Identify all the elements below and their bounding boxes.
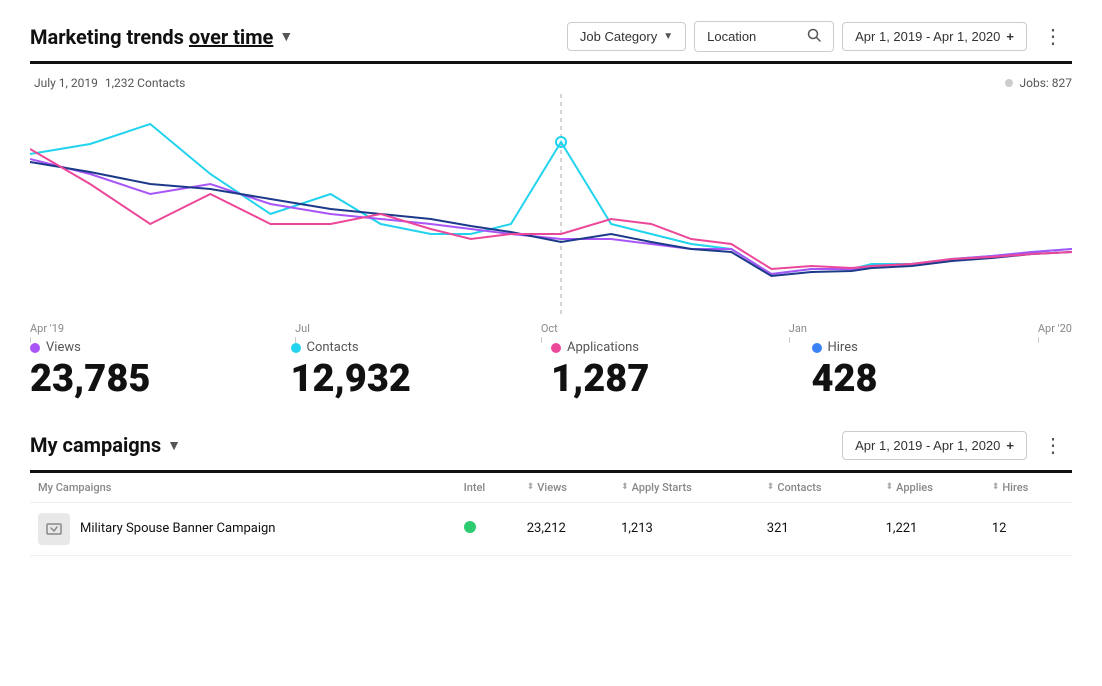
views-sort-icon: ⬍ xyxy=(527,482,535,492)
x-axis-apr19: Apr '19 xyxy=(30,322,64,343)
campaigns-date-plus-icon: + xyxy=(1006,438,1014,453)
table-row: Military Spouse Banner Campaign 23,212 1… xyxy=(30,502,1072,555)
metric-applications: Applications 1,287 xyxy=(551,340,812,401)
col-header-hires: ⬍ Hires xyxy=(984,473,1072,503)
applies-sort-icon: ⬍ xyxy=(886,482,894,492)
x-axis-jul: Jul xyxy=(295,322,310,343)
intel-status-dot xyxy=(464,521,476,533)
chart-date-label: July 1, 2019 1,232 Contacts xyxy=(30,76,185,90)
page-title-area: Marketing trends over time ▼ xyxy=(30,25,293,49)
title-emphasis: over time xyxy=(189,25,273,49)
x-axis-oct: Oct xyxy=(541,322,558,343)
campaigns-more-options-button[interactable]: ⋮ xyxy=(1035,429,1072,462)
campaigns-title: My campaigns xyxy=(30,433,161,457)
x-axis-apr20: Apr '20 xyxy=(1038,322,1072,343)
campaigns-title-text: My campaigns xyxy=(30,433,161,457)
applications-dot xyxy=(551,343,561,353)
hires-value: 428 xyxy=(812,359,1053,401)
job-category-chevron-icon: ▼ xyxy=(663,31,673,42)
col-header-applies: ⬍ Applies xyxy=(878,473,984,503)
col-header-views: ⬍ Views xyxy=(519,473,613,503)
job-category-label: Job Category xyxy=(580,29,657,44)
date-range-button[interactable]: Apr 1, 2019 - Apr 1, 2020 + xyxy=(842,22,1027,51)
x-axis-jan: Jan xyxy=(789,322,807,343)
col-header-contacts: ⬍ Contacts xyxy=(759,473,878,503)
metric-hires: Hires 428 xyxy=(812,340,1073,401)
col-header-apply-starts: ⬍ Apply Starts xyxy=(613,473,759,503)
campaigns-title-area: My campaigns ▼ xyxy=(30,433,181,457)
campaigns-header: My campaigns ▼ Apr 1, 2019 - Apr 1, 2020… xyxy=(30,429,1072,462)
campaign-apply-starts-cell: 1,213 xyxy=(613,502,759,555)
location-search[interactable]: Location xyxy=(694,21,834,52)
campaigns-dropdown-icon[interactable]: ▼ xyxy=(167,437,181,454)
campaign-contacts-cell: 321 xyxy=(759,502,878,555)
date-range-plus-icon: + xyxy=(1006,29,1014,44)
contacts-dot xyxy=(291,343,301,353)
chart-header: July 1, 2019 1,232 Contacts Jobs: 827 xyxy=(30,76,1072,90)
chart-date: July 1, 2019 xyxy=(34,76,98,90)
chart-contacts-count: 1,232 Contacts xyxy=(105,76,185,90)
jobs-dot-icon xyxy=(1005,79,1013,87)
hires-dot xyxy=(812,343,822,353)
views-value: 23,785 xyxy=(30,359,271,401)
jobs-legend: Jobs: 827 xyxy=(1005,76,1072,90)
views-dot xyxy=(30,343,40,353)
apply-starts-sort-icon: ⬍ xyxy=(621,482,629,492)
contacts-sort-icon: ⬍ xyxy=(767,482,775,492)
more-options-button[interactable]: ⋮ xyxy=(1035,20,1072,53)
campaign-views-cell: 23,212 xyxy=(519,502,613,555)
job-category-dropdown[interactable]: Job Category ▼ xyxy=(567,22,686,51)
contacts-value: 12,932 xyxy=(291,359,532,401)
search-icon xyxy=(807,28,821,45)
col-header-campaigns: My Campaigns xyxy=(30,473,456,503)
campaign-intel-cell xyxy=(456,502,519,555)
campaign-icon xyxy=(38,513,70,545)
jobs-label: Jobs: 827 xyxy=(1019,76,1072,90)
title-prefix: Marketing trends xyxy=(30,25,189,49)
page-title: Marketing trends over time xyxy=(30,25,273,49)
chart-area: Apr '19 Jul Oct Jan Apr '20 xyxy=(30,94,1072,324)
campaign-hires-cell: 12 xyxy=(984,502,1072,555)
metric-views: Views 23,785 xyxy=(30,340,291,401)
campaigns-section: My campaigns ▼ Apr 1, 2019 - Apr 1, 2020… xyxy=(30,429,1072,556)
location-label: Location xyxy=(707,29,756,44)
campaigns-controls: Apr 1, 2019 - Apr 1, 2020 + ⋮ xyxy=(842,429,1072,462)
applications-value: 1,287 xyxy=(551,359,792,401)
hires-sort-icon: ⬍ xyxy=(992,482,1000,492)
campaigns-date-range-button[interactable]: Apr 1, 2019 - Apr 1, 2020 + xyxy=(842,431,1027,460)
campaign-applies-cell: 1,221 xyxy=(878,502,984,555)
header-divider xyxy=(30,61,1072,64)
col-header-intel: Intel xyxy=(456,473,519,503)
campaigns-date-range-label: Apr 1, 2019 - Apr 1, 2020 xyxy=(855,438,1000,453)
metric-contacts: Contacts 12,932 xyxy=(291,340,552,401)
campaign-name-cell: Military Spouse Banner Campaign xyxy=(30,502,456,555)
date-range-label: Apr 1, 2019 - Apr 1, 2020 xyxy=(855,29,1000,44)
header-controls: Job Category ▼ Location Apr 1, 2019 - Ap… xyxy=(567,20,1072,53)
campaigns-table: My Campaigns Intel ⬍ Views ⬍ xyxy=(30,473,1072,556)
table-header-row: My Campaigns Intel ⬍ Views ⬍ xyxy=(30,473,1072,503)
x-axis: Apr '19 Jul Oct Jan Apr '20 xyxy=(30,318,1072,343)
campaign-name: Military Spouse Banner Campaign xyxy=(80,521,275,536)
title-dropdown-icon[interactable]: ▼ xyxy=(279,28,293,45)
